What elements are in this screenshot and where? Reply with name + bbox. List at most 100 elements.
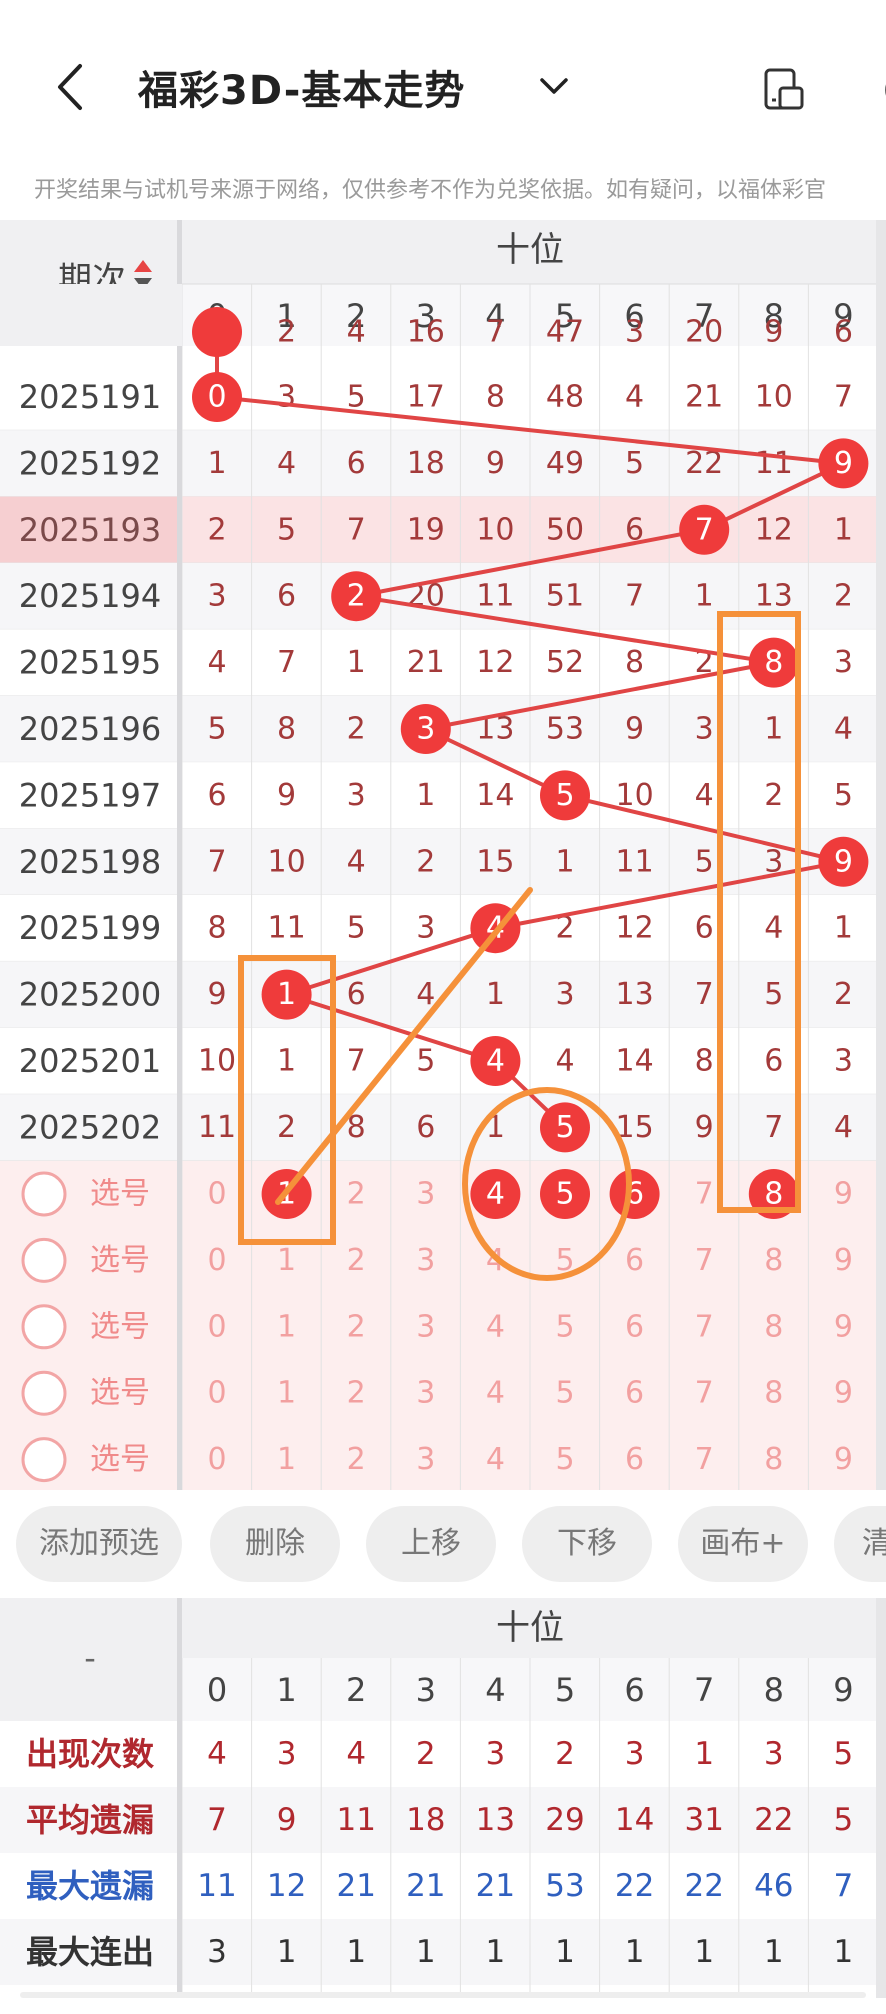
- pick-cell: 7: [695, 1376, 714, 1411]
- hit-ball-number: 8: [764, 645, 783, 680]
- pick-label: 选号: [90, 1177, 150, 1212]
- hit-ball-number: 0: [207, 380, 226, 415]
- grid-cell: 7: [347, 1044, 366, 1079]
- clear-button[interactable]: 清: [834, 1506, 886, 1582]
- pick-cell: 3: [416, 1309, 435, 1344]
- pick-cell: 3: [416, 1442, 435, 1477]
- pick-cell: 9: [834, 1309, 853, 1344]
- radio-circle-icon[interactable]: [21, 1171, 67, 1217]
- chevron-down-icon[interactable]: [536, 72, 572, 100]
- pick-cell: 8: [764, 1309, 783, 1344]
- stats-cell: 2: [416, 1736, 436, 1772]
- grid-cell: 8: [625, 645, 644, 680]
- position-header: 十位: [496, 230, 564, 270]
- grid-cell: 4: [625, 380, 644, 415]
- hit-ball-number: 5: [555, 778, 574, 813]
- grid-cell: 16: [407, 315, 445, 350]
- bottom-bar: [20, 1992, 866, 1998]
- stats-cell: 11: [197, 1868, 236, 1904]
- hit-ball-number: 2: [347, 579, 366, 614]
- grid-cell: 4: [834, 712, 853, 747]
- stats-cell: 22: [615, 1868, 654, 1904]
- layout-toggle-icon[interactable]: [760, 66, 808, 114]
- grid-cell: 4: [347, 315, 366, 350]
- grid-cell: 9: [277, 778, 296, 813]
- grid-cell: 1: [695, 579, 714, 614]
- stats-cell: 11: [336, 1802, 375, 1838]
- delete-button[interactable]: 删除: [210, 1506, 340, 1582]
- radio-circle-icon[interactable]: [21, 1437, 67, 1483]
- stats-digit-header-8: 8: [764, 1671, 784, 1709]
- grid-cell: 6: [695, 911, 714, 946]
- pick-cell: 9: [834, 1442, 853, 1477]
- move-up-button[interactable]: 上移: [366, 1506, 496, 1582]
- grid-cell: 6: [416, 1110, 435, 1145]
- right-scroll-edge: [876, 220, 886, 1490]
- trend-grid[interactable]: 期次十位012345678920251901241674732096202519…: [0, 220, 886, 1490]
- pick-cell: 5: [555, 1442, 574, 1477]
- grid-cell: 8: [207, 911, 226, 946]
- stats-cell: 13: [476, 1802, 515, 1838]
- move-down-button[interactable]: 下移: [522, 1506, 652, 1582]
- grid-cell: 2: [416, 844, 435, 879]
- grid-cell: 7: [277, 645, 296, 680]
- stats-cell: 9: [277, 1802, 297, 1838]
- grid-cell: 49: [546, 446, 584, 481]
- pick-label: 选号: [90, 1376, 150, 1411]
- radio-circle-icon[interactable]: [21, 1370, 67, 1416]
- pick-cell: 0: [207, 1309, 226, 1344]
- pick-cell: 1: [277, 1442, 296, 1477]
- back-arrow-icon[interactable]: [52, 62, 88, 112]
- period-cell: 2025198: [19, 843, 162, 881]
- grid-cell: 10: [198, 1044, 236, 1079]
- stats-cell: 1: [277, 1934, 297, 1970]
- stats-digit-header-2: 2: [346, 1671, 366, 1709]
- grid-cell: 6: [207, 778, 226, 813]
- grid-body: 2025190124167473209620251910351784842110…: [0, 220, 886, 1490]
- stats-cell: 1: [555, 1934, 575, 1970]
- pick-cell: 1: [277, 1376, 296, 1411]
- grid-cell: 5: [625, 446, 644, 481]
- period-cell: 2025200: [19, 976, 162, 1014]
- stats-cell: 1: [486, 1934, 506, 1970]
- grid-cell: 2: [834, 977, 853, 1012]
- stats-cell: 12: [267, 1868, 306, 1904]
- grid-cell: 1: [834, 911, 853, 946]
- pick-cell: 9: [834, 1243, 853, 1278]
- grid-cell: 9: [625, 712, 644, 747]
- stats-cell: 1: [694, 1934, 714, 1970]
- stats-digit-header-1: 1: [276, 1671, 296, 1709]
- grid-cell: 11: [755, 446, 793, 481]
- stats-cell: 7: [207, 1802, 227, 1838]
- add-preselect-button[interactable]: 添加预选: [16, 1506, 182, 1582]
- grid-cell: 20: [685, 315, 723, 350]
- period-cell: 2025202: [19, 1108, 162, 1146]
- radio-circle-icon[interactable]: [21, 1237, 67, 1283]
- hit-ball-number: 1: [277, 977, 296, 1012]
- stats-cell: 3: [277, 1736, 297, 1772]
- grid-cell: 1: [207, 446, 226, 481]
- stats-cell: 46: [754, 1868, 793, 1904]
- pick-cell: 7: [695, 1442, 714, 1477]
- more-icon[interactable]: [868, 66, 886, 114]
- stats-cell: 5: [834, 1736, 854, 1772]
- pick-cell: 7: [695, 1309, 714, 1344]
- grid-cell: 6: [277, 579, 296, 614]
- pick-cell: 6: [625, 1376, 644, 1411]
- stats-cell: 1: [834, 1934, 854, 1970]
- selected-ball-number: 5: [555, 1177, 574, 1212]
- grid-cell: 53: [546, 712, 584, 747]
- grid-cell: 7: [486, 315, 505, 350]
- period-cell: 2025193: [19, 511, 162, 549]
- pick-cell: 0: [207, 1177, 226, 1212]
- pick-cell: 7: [695, 1177, 714, 1212]
- grid-cell: 3: [416, 911, 435, 946]
- period-cell: 2025196: [19, 710, 162, 748]
- page-title[interactable]: 福彩3D-基本走势: [138, 58, 465, 116]
- canvas-plus-button[interactable]: 画布+: [678, 1506, 808, 1582]
- radio-circle-icon[interactable]: [21, 1304, 67, 1350]
- grid-cell: 8: [486, 380, 505, 415]
- period-cell: 2025191: [19, 378, 162, 416]
- stats-right-edge: [876, 1598, 886, 1998]
- grid-cell: 7: [834, 380, 853, 415]
